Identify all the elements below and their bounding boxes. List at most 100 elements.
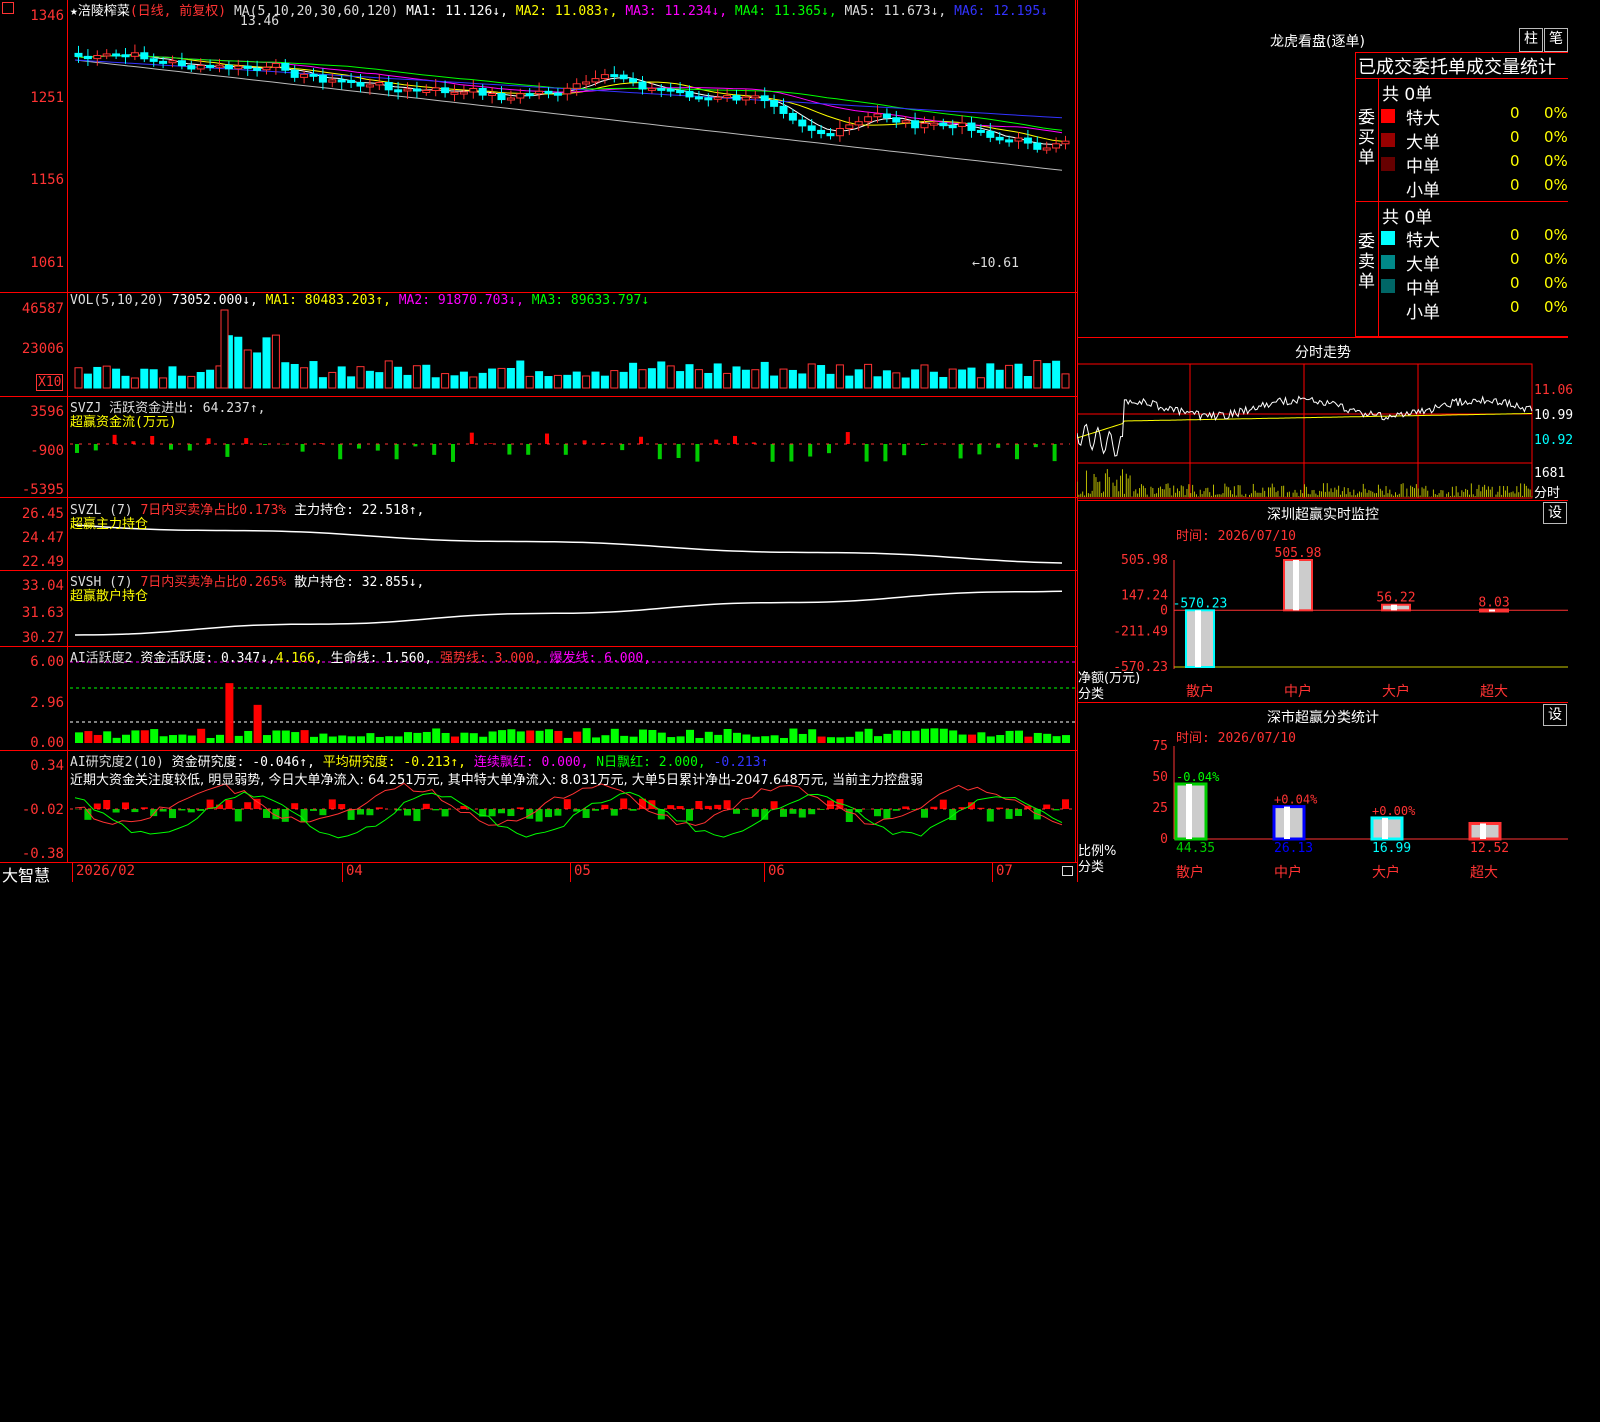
- flow-bar: [827, 444, 831, 453]
- volume-bar: [733, 367, 740, 388]
- flow-bar: [639, 437, 643, 444]
- chart-mode[interactable]: (日线, 前复权): [130, 4, 226, 19]
- candle: [1034, 143, 1041, 149]
- candle: [329, 80, 336, 82]
- candle: [808, 126, 815, 130]
- stock-name[interactable]: ★涪陵榨菜: [70, 4, 130, 19]
- activity-bar: [761, 736, 769, 743]
- ai1-header: AI活跃度2 资金活跃度: 0.347↓,4.166, 生命线: 1.560, …: [70, 647, 651, 666]
- volume-bar: [517, 361, 524, 388]
- intraday-chart[interactable]: [1077, 363, 1568, 499]
- volume-bar: [545, 377, 552, 388]
- y-tick-label: 25: [1152, 801, 1168, 816]
- activity-bar: [855, 732, 863, 743]
- bar-highlight: [1284, 807, 1290, 839]
- flow-bar: [996, 444, 1000, 448]
- activity-bar: [263, 735, 271, 743]
- activity-bar: [526, 730, 534, 743]
- flow-bar: [357, 444, 361, 449]
- research-bar: [752, 809, 759, 817]
- candle: [178, 61, 185, 66]
- candle: [855, 122, 862, 125]
- row-pct: 0%: [1544, 128, 1568, 146]
- candle: [225, 65, 232, 69]
- activity-bar: [686, 730, 694, 743]
- volume-bar: [930, 372, 937, 388]
- activity-bar: [583, 728, 591, 743]
- volume-bar: [959, 370, 966, 388]
- class-settings-button[interactable]: 设: [1543, 704, 1567, 726]
- change-label: +0.04%: [1274, 793, 1318, 807]
- candle: [113, 54, 120, 56]
- flow-bar: [376, 444, 380, 451]
- buy-row: 大单 0 0%: [1380, 128, 1568, 152]
- sell-row: 大单 0 0%: [1380, 250, 1568, 274]
- research-bar: [94, 804, 101, 809]
- flow-bar: [207, 438, 211, 444]
- column-view-button[interactable]: 柱: [1519, 28, 1543, 52]
- bar-value-label: 56.22: [1376, 591, 1415, 606]
- volume-bar: [573, 372, 580, 388]
- candle: [874, 114, 881, 117]
- y-tick: 33.04: [2, 578, 64, 594]
- volume-bar: [254, 353, 261, 388]
- y-tick: 1251: [2, 90, 64, 106]
- candle: [432, 88, 439, 91]
- volume-bar: [423, 365, 430, 388]
- row-name: 特大: [1406, 226, 1440, 251]
- volume-bar: [263, 338, 270, 388]
- volume-bar: [921, 365, 928, 388]
- research-bar: [714, 805, 721, 809]
- activity-bar: [865, 729, 873, 743]
- chart-area[interactable]: ★涪陵榨菜(日线, 前复权) MA(5,10,20,30,60,120) MA1…: [0, 0, 1077, 862]
- divider: [1355, 78, 1568, 79]
- candle: [169, 61, 176, 63]
- activity-bar: [1024, 737, 1032, 743]
- row-pct: 0%: [1544, 274, 1568, 292]
- monitor-settings-button[interactable]: 设: [1543, 502, 1567, 524]
- tick-view-button[interactable]: 笔: [1544, 28, 1568, 52]
- bar-value-label: 8.03: [1478, 596, 1509, 611]
- volume-bar: [301, 368, 308, 388]
- volume-bar: [874, 377, 881, 388]
- candle: [780, 106, 787, 113]
- activity-bar: [677, 736, 685, 743]
- y-tick-label: 147.24: [1121, 589, 1168, 604]
- flow-bar: [470, 433, 474, 444]
- candle: [677, 91, 684, 93]
- brand-logo[interactable]: 大智慧: [2, 862, 50, 886]
- research-bar: [789, 809, 796, 814]
- lock-icon[interactable]: [1062, 866, 1073, 876]
- volume-bar: [658, 362, 665, 388]
- candle: [705, 98, 712, 100]
- y-tick-label: 75: [1152, 740, 1168, 754]
- volume-bar: [677, 372, 684, 388]
- flow-bar: [733, 436, 737, 444]
- ai2-research: 资金研究度: -0.046↑,: [172, 755, 315, 770]
- activity-bar: [395, 736, 403, 743]
- volume-bar: [667, 366, 674, 388]
- research-bar: [940, 800, 947, 809]
- candle: [630, 79, 637, 82]
- activity-bar: [968, 735, 976, 743]
- ai2-streak: 连续飘红: 0.000,: [474, 755, 589, 770]
- volume-bar: [526, 376, 533, 388]
- kline-chart[interactable]: [0, 0, 1077, 862]
- volume-bar: [282, 363, 289, 388]
- research-bar: [601, 805, 608, 809]
- candle: [122, 55, 129, 57]
- research-bar: [188, 809, 195, 812]
- candle: [846, 125, 853, 129]
- activity-bar: [789, 729, 797, 743]
- ma4-label: MA4: 11.365↓,: [735, 4, 837, 19]
- row-count: 0: [1510, 298, 1520, 316]
- intraday-title[interactable]: 分时走势: [1078, 342, 1568, 362]
- research-bar: [442, 809, 449, 816]
- candle: [263, 67, 270, 69]
- activity-bar: [131, 730, 139, 743]
- candle: [423, 90, 430, 92]
- sell-row: 小单 0 0%: [1380, 298, 1568, 322]
- row-name: 小单: [1406, 176, 1440, 201]
- flow-bar: [695, 444, 699, 462]
- x-axis: 大智慧 2026/02 04 05 06 07: [0, 862, 1077, 882]
